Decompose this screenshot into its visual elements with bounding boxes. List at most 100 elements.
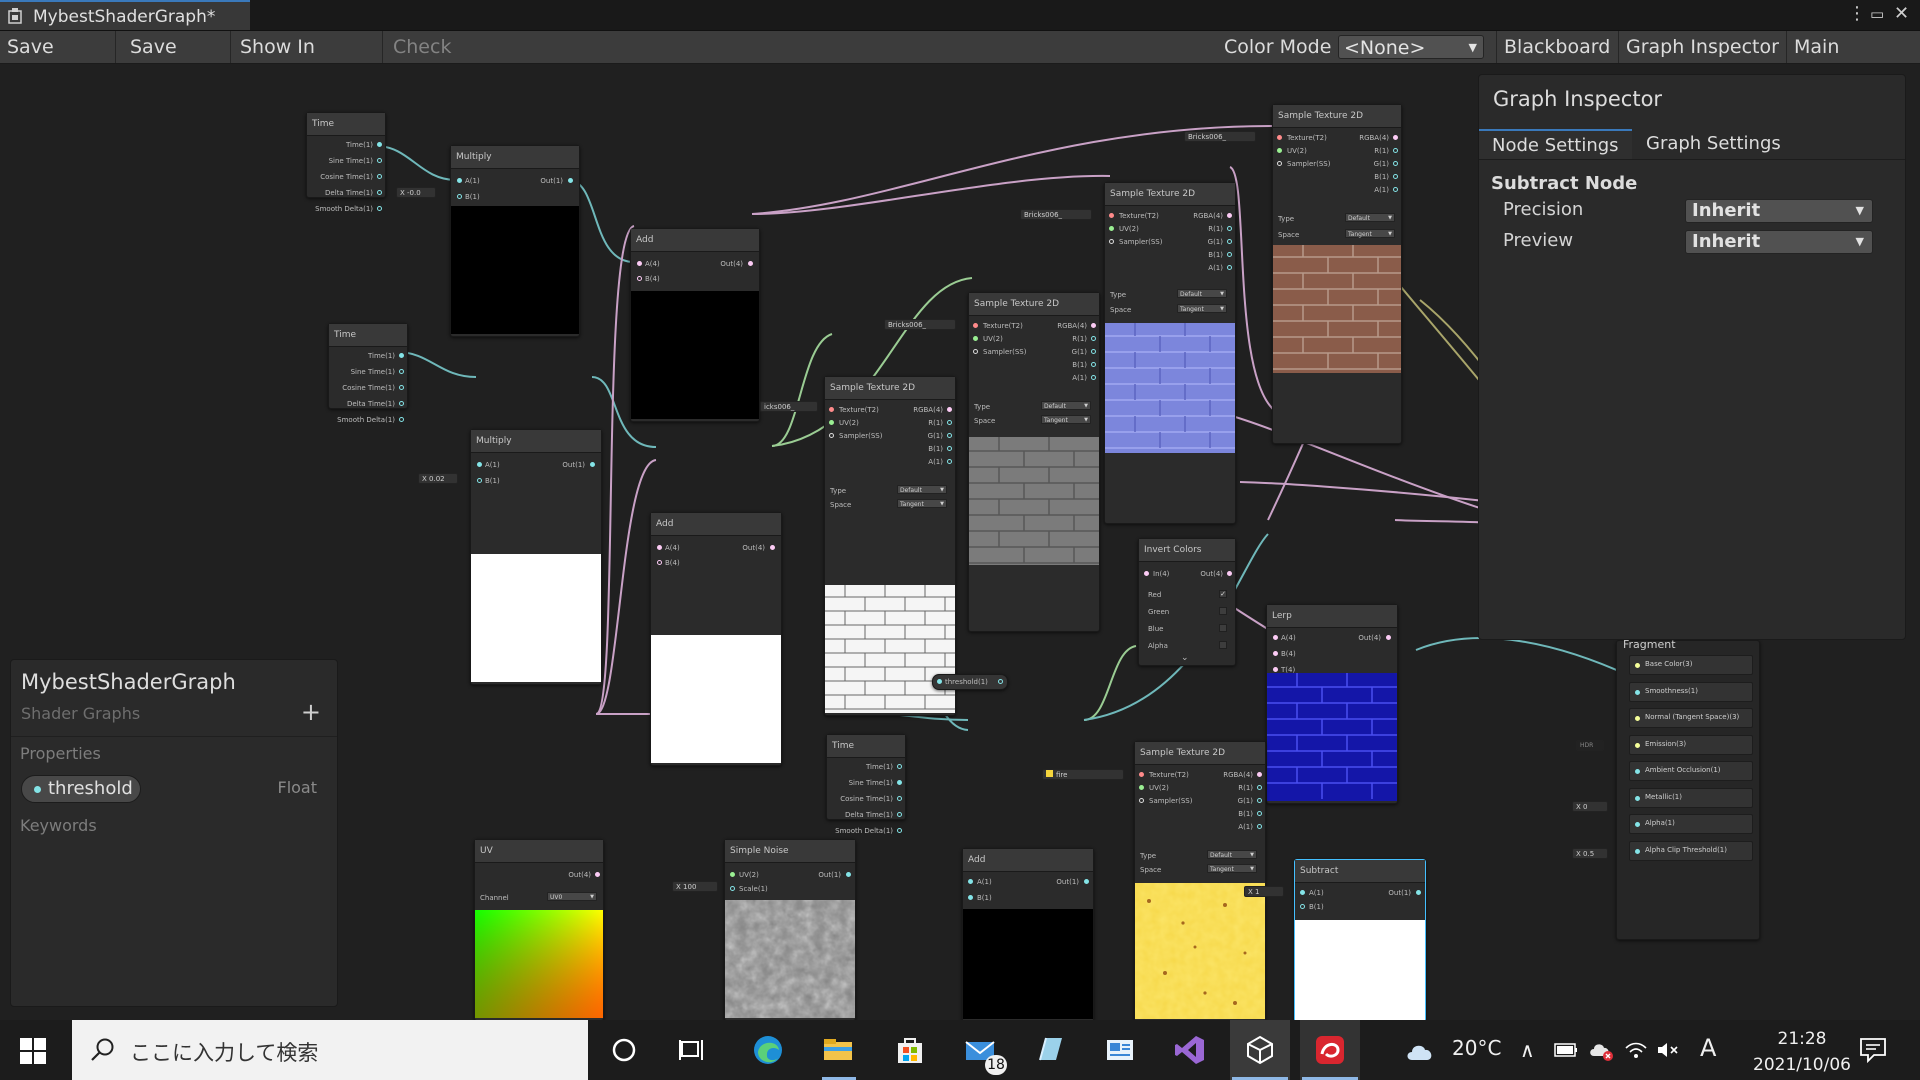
fragment-block[interactable]: Base Color(3) [1629, 655, 1753, 675]
port-dot[interactable] [897, 780, 902, 785]
port-dot[interactable] [377, 206, 382, 211]
blackboard-button[interactable]: Blackboard [1496, 31, 1618, 63]
weather-temperature[interactable]: 20°C [1452, 1036, 1501, 1060]
preview-dropdown[interactable]: Inherit ▼ [1685, 230, 1873, 254]
port-dot[interactable] [1109, 239, 1114, 244]
port-dot[interactable] [657, 545, 662, 550]
port-dot[interactable] [568, 178, 573, 183]
texture-input[interactable]: Bricks006_ [1020, 209, 1092, 220]
port-dot[interactable] [1393, 148, 1398, 153]
chevron-up-icon[interactable]: ∧ [1520, 1038, 1535, 1062]
port-dot[interactable] [1257, 785, 1262, 790]
port-dot[interactable] [477, 462, 482, 467]
time-node[interactable]: Time Time(1) Sine Time(1) Cosine Time(1)… [826, 734, 906, 835]
port-dot[interactable] [730, 886, 735, 891]
save-as-button[interactable]: Save As... [123, 31, 231, 90]
port-dot[interactable] [1273, 651, 1278, 656]
ime-indicator[interactable]: A [1700, 1034, 1716, 1062]
document-tab[interactable]: MybestShaderGraph* [0, 0, 250, 30]
port-dot[interactable] [1635, 663, 1640, 668]
port-dot[interactable] [973, 336, 978, 341]
space-dropdown[interactable]: Tangent ▼ [897, 499, 947, 508]
port-dot[interactable] [829, 420, 834, 425]
maximize-icon[interactable]: ▭ [1870, 4, 1884, 24]
battery-icon[interactable] [1554, 1040, 1578, 1060]
sample-texture-node[interactable]: Sample Texture 2D Texture(T2) UV(2) Samp… [1134, 741, 1266, 1020]
edge-browser-icon[interactable] [752, 1034, 784, 1066]
volume-muted-icon[interactable] [1656, 1040, 1680, 1060]
texture-input[interactable]: fire [1042, 769, 1124, 780]
port-dot[interactable] [897, 764, 902, 769]
add-node[interactable]: Add A(4) B(4) Out(4) [650, 512, 782, 766]
port-dot[interactable] [399, 417, 404, 422]
alpha-checkbox[interactable] [1219, 641, 1227, 649]
port-dot[interactable] [1091, 349, 1096, 354]
port-dot[interactable] [1386, 635, 1391, 640]
port-dot[interactable] [1635, 848, 1640, 854]
fragment-stack[interactable]: Fragment Base Color(3) Smoothness(1) Norma… [1616, 638, 1760, 940]
space-dropdown[interactable]: Tangent ▼ [1207, 864, 1257, 873]
port-dot[interactable] [1300, 904, 1305, 909]
sample-texture-node[interactable]: Sample Texture 2D Texture(T2) UV(2) Samp… [968, 292, 1100, 632]
port-dot[interactable] [1091, 323, 1096, 328]
port-dot[interactable] [1227, 252, 1232, 257]
space-dropdown[interactable]: Tangent ▼ [1177, 304, 1227, 313]
blue-checkbox[interactable] [1219, 624, 1227, 632]
port-dot[interactable] [1635, 742, 1640, 748]
port-dot[interactable] [399, 385, 404, 390]
space-dropdown[interactable]: Tangent ▼ [1041, 415, 1091, 424]
task-view-icon[interactable] [678, 1034, 710, 1066]
tab-node-settings[interactable]: Node Settings [1479, 129, 1632, 159]
type-dropdown[interactable]: Default ▼ [1177, 289, 1227, 298]
lerp-node[interactable]: Lerp A(4) B(4) T(4) Out(4) [1266, 604, 1398, 804]
port-dot[interactable] [377, 158, 382, 163]
port-dot[interactable] [1277, 161, 1282, 166]
port-dot[interactable] [1091, 375, 1096, 380]
windows-start-icon[interactable] [20, 1038, 46, 1064]
red-checkbox[interactable]: ✓ [1219, 590, 1227, 598]
port-dot[interactable] [477, 478, 482, 483]
fragment-block[interactable]: Metallic(1) [1629, 787, 1753, 808]
cloud-error-icon[interactable] [1588, 1038, 1614, 1062]
port-dot[interactable] [1084, 879, 1089, 884]
fragment-block[interactable]: Emission(3) [1629, 734, 1753, 755]
precision-dropdown[interactable]: Inherit ▼ [1685, 199, 1873, 223]
port-dot[interactable] [947, 433, 952, 438]
fragment-block[interactable]: Alpha(1) [1629, 814, 1753, 834]
port-dot[interactable] [897, 828, 902, 833]
port-dot[interactable] [1109, 213, 1114, 218]
port-dot[interactable] [829, 433, 834, 438]
port-dot[interactable] [377, 190, 382, 195]
port-dot[interactable] [1393, 161, 1398, 166]
tab-graph-settings[interactable]: Graph Settings [1633, 129, 1794, 159]
port-dot[interactable] [1257, 811, 1262, 816]
port-dot[interactable] [1227, 265, 1232, 270]
multiply-b-input[interactable]: X 0.02 [418, 473, 458, 484]
simple-noise-node[interactable]: Simple Noise UV(2) Scale(1) Out(1) [724, 839, 856, 1020]
port-dot[interactable] [1635, 795, 1640, 801]
notes-app-icon[interactable] [1034, 1034, 1066, 1066]
port-dot[interactable] [595, 872, 600, 877]
multiply-node[interactable]: Multiply A(1) B(1) Out(1) [470, 429, 602, 685]
show-in-project-button[interactable]: Show In Project [233, 31, 383, 90]
unity-icon[interactable] [1244, 1034, 1276, 1066]
cortana-icon[interactable] [608, 1034, 640, 1066]
metallic-input[interactable]: X 0 [1572, 801, 1608, 812]
type-dropdown[interactable]: Default ▼ [1207, 850, 1257, 859]
space-dropdown[interactable]: Tangent ▼ [1345, 229, 1395, 238]
invert-colors-node[interactable]: Invert Colors In(4) Out(4) Red ✓ Green B… [1138, 538, 1236, 666]
port-dot[interactable] [1393, 187, 1398, 192]
port-dot[interactable] [1227, 239, 1232, 244]
noise-scale-input[interactable]: X 100 [672, 881, 718, 892]
port-dot[interactable] [947, 446, 952, 451]
graph-inspector-button[interactable]: Graph Inspector [1618, 31, 1786, 63]
fragment-block[interactable]: Alpha Clip Threshold(1) [1629, 840, 1753, 861]
port-dot[interactable] [1635, 822, 1640, 827]
taskbar-search[interactable]: ここに入力して検索 [72, 1020, 588, 1080]
port-dot[interactable] [1635, 689, 1640, 695]
notification-icon[interactable] [1858, 1036, 1888, 1064]
port-dot[interactable] [829, 407, 834, 412]
texture-input[interactable]: Bricks006_ [884, 319, 956, 330]
uv-node[interactable]: UV Out(4) Channel UV0 ▼ [474, 839, 604, 1020]
port-dot[interactable] [1393, 174, 1398, 179]
